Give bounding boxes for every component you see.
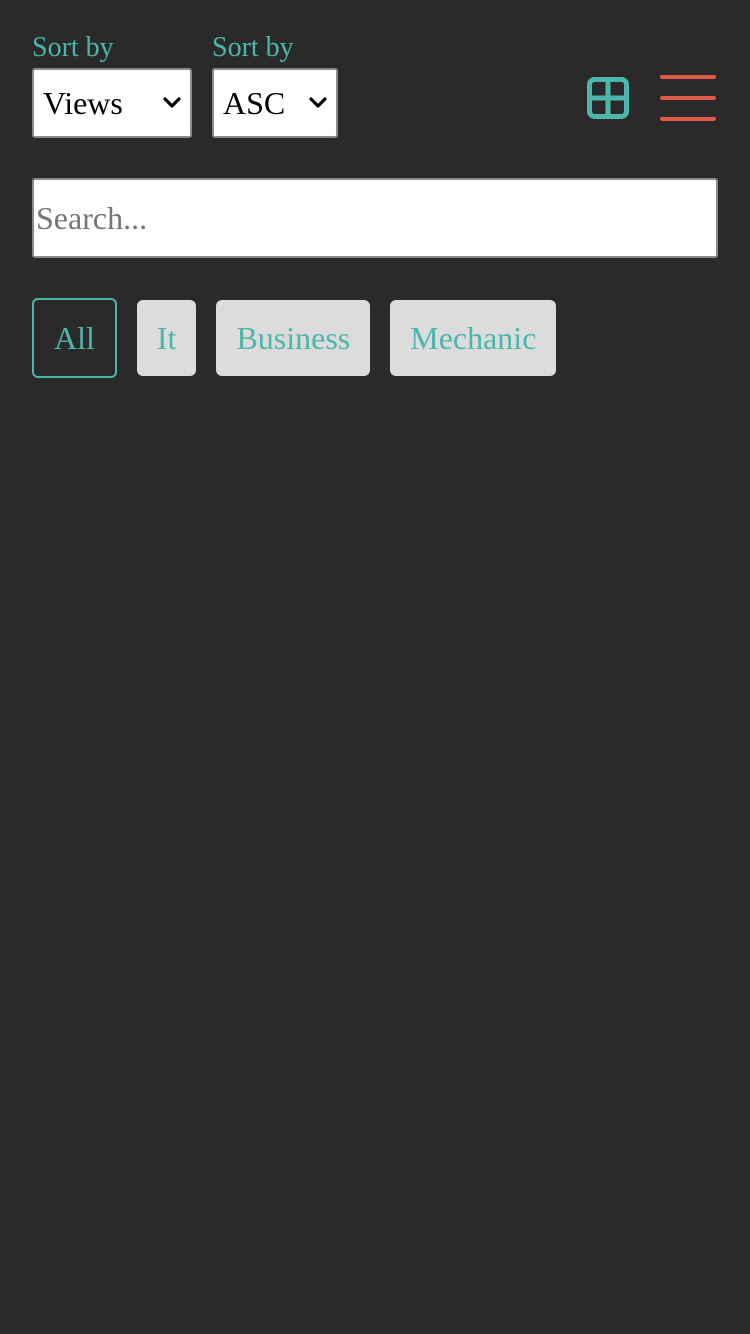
sort-order-label: Sort by <box>212 32 294 63</box>
category-filters: All It Business Mechanic <box>32 298 557 378</box>
sort-field-label: Sort by <box>32 32 114 63</box>
sort-order-group: Sort by ASC <box>212 30 338 138</box>
sort-field-value: Views <box>43 84 123 121</box>
chevron-down-icon <box>309 97 327 108</box>
sort-field-group: Sort by Views <box>32 30 192 138</box>
filter-chip-all[interactable]: All <box>32 298 117 378</box>
filter-chip-mechanic[interactable]: Mechanic <box>390 300 557 376</box>
grid-view-icon[interactable] <box>587 77 629 119</box>
menu-list-icon[interactable] <box>659 73 717 123</box>
sort-order-select[interactable]: ASC <box>212 68 338 138</box>
search-input[interactable] <box>32 178 718 258</box>
sort-order-value: ASC <box>223 84 286 121</box>
chevron-down-icon <box>163 97 181 108</box>
sort-field-select[interactable]: Views <box>32 68 192 138</box>
filter-chip-it[interactable]: It <box>136 300 197 376</box>
filter-chip-business[interactable]: Business <box>216 300 371 376</box>
